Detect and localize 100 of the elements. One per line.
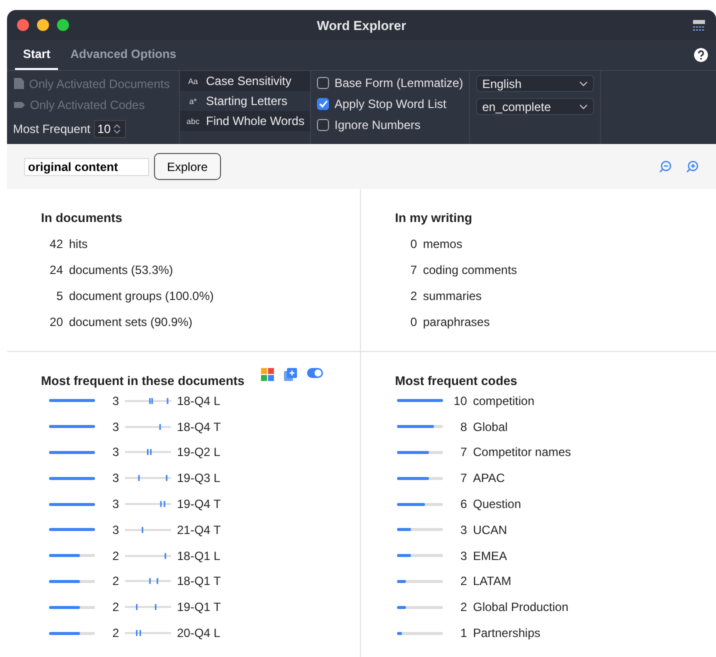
checkbox-label: Apply Stop Word List — [334, 97, 446, 111]
count: 7 — [409, 262, 417, 276]
code-label[interactable]: Question — [473, 497, 522, 512]
code-label[interactable]: competition — [473, 394, 534, 408]
tab[interactable]: Advanced Options — [62, 40, 184, 70]
code-label[interactable]: Competitor names — [473, 445, 572, 460]
count: 3 — [111, 471, 119, 486]
toggle-switch[interactable] — [306, 368, 322, 378]
document-label[interactable]: 20-Q4 L — [177, 626, 220, 640]
frequency-bar — [49, 606, 95, 609]
add-copy-icon[interactable] — [284, 368, 296, 380]
stat-label: hits — [69, 236, 88, 250]
frequency-bar — [397, 450, 443, 454]
checkbox[interactable] — [317, 98, 330, 110]
count: 42 — [48, 236, 63, 250]
document-label[interactable]: 19-Q1 T — [177, 600, 221, 614]
zoom-out-icon[interactable] — [659, 160, 672, 173]
frequency-bar — [397, 476, 443, 480]
count: 1 — [459, 626, 467, 640]
frequency-bar — [397, 399, 443, 402]
checkbox-label: Base Form (Lemmatize) — [334, 76, 464, 90]
count: 2 — [459, 574, 467, 588]
count: 0 — [409, 314, 417, 328]
dropdown[interactable]: en_complete — [476, 98, 594, 115]
section-title: Most frequent codes — [395, 374, 518, 388]
document-label[interactable]: 18-Q4 L — [177, 394, 220, 408]
count: 6 — [459, 497, 467, 512]
stepper-arrows-icon[interactable] — [112, 123, 121, 136]
document-label[interactable]: 19-Q4 T — [177, 497, 221, 512]
stat-label: paraphrases — [423, 314, 490, 328]
count: 2 — [409, 288, 417, 302]
checkbox[interactable] — [317, 119, 330, 131]
frequency-bar — [49, 425, 95, 428]
frequency-bar — [49, 528, 95, 532]
frequency-bar — [397, 632, 443, 635]
number-stepper[interactable]: 10 — [94, 120, 126, 138]
stat-label: documents (53.3%) — [69, 262, 174, 276]
document-label[interactable]: 18-Q1 T — [177, 574, 221, 588]
puzzle-icon[interactable] — [260, 368, 274, 380]
document-label[interactable]: 19-Q3 L — [177, 471, 220, 486]
count: 2 — [111, 600, 119, 614]
close-button[interactable] — [17, 19, 29, 31]
frequency-bar — [397, 502, 443, 506]
search-field[interactable]: original content — [24, 158, 149, 176]
frequency-bar — [397, 554, 443, 558]
count: 3 — [111, 445, 119, 460]
checkbox[interactable] — [317, 77, 330, 89]
count: 7 — [459, 471, 467, 486]
code-label[interactable]: APAC — [473, 471, 505, 486]
document-icon — [13, 77, 25, 90]
frequency-bar — [49, 580, 95, 583]
zoom-in-icon[interactable] — [686, 160, 699, 173]
dropdown[interactable]: English — [476, 75, 594, 92]
stat-label: document sets (90.9%) — [69, 314, 192, 328]
stat-label: summaries — [423, 288, 482, 302]
document-label[interactable]: 21-Q4 T — [177, 522, 221, 537]
count: 20 — [48, 314, 63, 328]
count: 2 — [111, 626, 119, 640]
frequency-bar — [397, 425, 443, 428]
stat-label: document groups (100.0%) — [69, 288, 214, 302]
match-option[interactable]: Aa Case Sensitivity — [180, 71, 310, 91]
code-label[interactable]: Partnerships — [473, 626, 540, 640]
document-label[interactable]: 19-Q2 L — [177, 445, 220, 460]
minimize-button[interactable] — [37, 19, 49, 31]
most-frequent-label: Most Frequent — [13, 122, 90, 136]
code-label[interactable]: EMEA — [473, 548, 508, 563]
chevron-down-icon — [579, 80, 588, 86]
code-label[interactable]: Global — [473, 420, 508, 434]
count: 2 — [111, 574, 119, 588]
section-title: Most frequent in these documents — [41, 374, 244, 388]
code-label[interactable]: Global Production — [473, 600, 568, 614]
frequency-bar — [49, 450, 95, 454]
match-option[interactable]: abc Find Whole Words — [180, 111, 310, 131]
section-title: In documents — [41, 211, 124, 225]
maximize-button[interactable] — [57, 19, 69, 31]
help-icon[interactable] — [694, 48, 708, 62]
window-title: Word Explorer — [316, 18, 406, 32]
section-title: In my writing — [395, 211, 474, 225]
stat-label: coding comments — [423, 262, 518, 276]
count: 3 — [111, 420, 119, 434]
count: 0 — [409, 236, 417, 250]
count: 2 — [459, 600, 467, 614]
tag-icon — [13, 100, 26, 111]
explore-button[interactable]: Explore — [154, 153, 221, 180]
count: 3 — [459, 522, 467, 537]
frequency-bar — [397, 580, 443, 583]
count: 10 — [452, 394, 467, 408]
count: 3 — [111, 394, 119, 408]
count: 5 — [55, 288, 63, 302]
document-label[interactable]: 18-Q4 T — [177, 420, 221, 434]
count: 3 — [459, 548, 467, 563]
code-label[interactable]: UCAN — [473, 522, 508, 537]
frequency-bar — [49, 502, 95, 506]
frequency-bar — [49, 476, 95, 480]
count: 3 — [111, 497, 119, 512]
match-option[interactable]: a* Starting Letters — [180, 91, 310, 111]
document-label[interactable]: 18-Q1 L — [177, 548, 220, 563]
distribution-sparkline — [125, 398, 171, 404]
code-label[interactable]: LATAM — [473, 574, 512, 588]
count: 8 — [459, 420, 467, 434]
